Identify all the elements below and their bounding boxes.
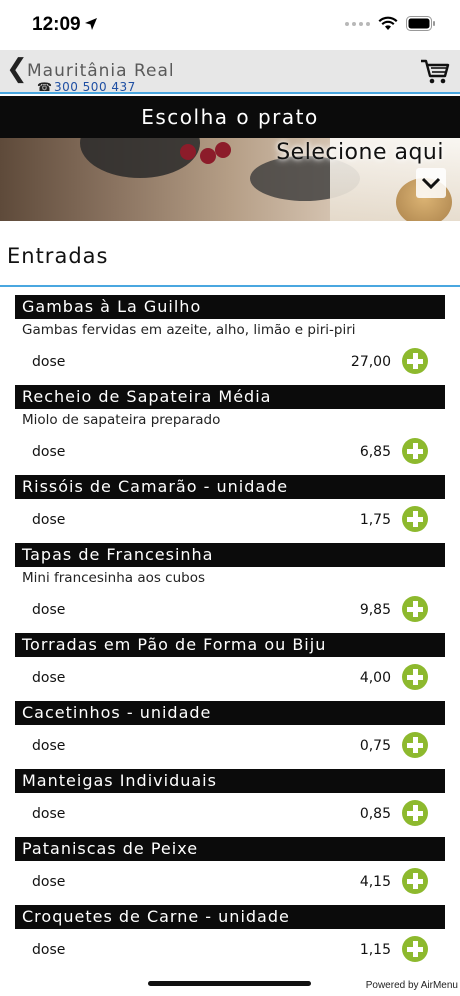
item-name: Pataniscas de Peixe [15, 837, 445, 861]
location-arrow-icon [85, 18, 97, 30]
item-price: 1,15 [359, 942, 391, 958]
chevron-left-icon[interactable]: ❮ [6, 54, 28, 84]
select-label[interactable]: Selecione aqui [276, 140, 444, 165]
item-price-row: dose 4,15 [15, 861, 445, 905]
item-price: 1,75 [359, 512, 391, 528]
item-price: 27,00 [350, 354, 391, 370]
banner-image-berry [215, 142, 231, 158]
item-price-row: dose 4,00 [15, 657, 445, 701]
add-icon[interactable] [402, 348, 428, 374]
menu-item: Manteigas Individuais dose 0,85 [15, 769, 445, 837]
item-price: 9,85 [359, 602, 391, 618]
banner-image-berry [200, 148, 216, 164]
menu-item: Cacetinhos - unidade dose 0,75 [15, 701, 445, 769]
add-icon[interactable] [402, 868, 428, 894]
item-price: 4,00 [359, 670, 391, 686]
item-description: Mini francesinha aos cubos [22, 570, 206, 586]
item-price-row: dose 27,00 [15, 341, 445, 385]
item-description: Miolo de sapateira preparado [22, 412, 221, 428]
item-name: Croquetes de Carne - unidade [15, 905, 445, 929]
add-icon[interactable] [402, 664, 428, 690]
item-dose: dose [32, 942, 66, 958]
menu-item: Rissóis de Camarão - unidade dose 1,75 [15, 475, 445, 543]
menu-item: Tapas de Francesinha Mini francesinha ao… [15, 543, 445, 633]
add-icon[interactable] [402, 800, 428, 826]
app-header: ❮ Mauritânia Real ☎ 300 500 437 [0, 50, 460, 94]
battery-icon [406, 16, 435, 31]
item-price-row: dose 9,85 [15, 589, 445, 633]
menu-item: Pataniscas de Peixe dose 4,15 [15, 837, 445, 905]
item-name: Recheio de Sapateira Média [15, 385, 445, 409]
item-name: Gambas à La Guilho [15, 295, 445, 319]
phone-line[interactable]: ☎ 300 500 437 [37, 80, 136, 94]
add-icon[interactable] [402, 732, 428, 758]
add-icon[interactable] [402, 596, 428, 622]
phone-icon: ☎ [37, 80, 52, 94]
status-indicators [345, 16, 436, 31]
item-price-row: dose 6,85 [15, 431, 445, 475]
item-dose: dose [32, 444, 66, 460]
banner-image-berry [180, 144, 196, 160]
cart-icon[interactable] [420, 56, 450, 86]
phone-number[interactable]: 300 500 437 [54, 80, 136, 94]
powered-by: Powered by AirMenu [365, 980, 458, 991]
item-name: Rissóis de Camarão - unidade [15, 475, 445, 499]
item-dose: dose [32, 670, 66, 686]
section-divider [0, 285, 460, 287]
item-name: Torradas em Pão de Forma ou Biju [15, 633, 445, 657]
item-dose: dose [32, 512, 66, 528]
add-icon[interactable] [402, 506, 428, 532]
status-time: 12:09 [32, 14, 81, 35]
item-dose: dose [32, 602, 66, 618]
item-dose: dose [32, 806, 66, 822]
chevron-down-icon[interactable] [416, 168, 446, 198]
item-price-row: dose 1,75 [15, 499, 445, 543]
store-name: Mauritânia Real [27, 61, 175, 81]
menu-item-list: Gambas à La Guilho Gambas fervidas em az… [15, 295, 445, 973]
add-icon[interactable] [402, 438, 428, 464]
page-title: Escolha o prato [0, 96, 460, 138]
add-icon[interactable] [402, 936, 428, 962]
menu-item: Croquetes de Carne - unidade dose 1,15 [15, 905, 445, 973]
item-price: 4,15 [359, 874, 391, 890]
category-selector-banner[interactable]: Selecione aqui [0, 138, 460, 221]
menu-item: Torradas em Pão de Forma ou Biju dose 4,… [15, 633, 445, 701]
home-indicator[interactable] [148, 981, 311, 986]
item-price: 6,85 [359, 444, 391, 460]
item-name: Tapas de Francesinha [15, 543, 445, 567]
item-price-row: dose 1,15 [15, 929, 445, 973]
item-name: Manteigas Individuais [15, 769, 445, 793]
menu-item: Recheio de Sapateira Média Miolo de sapa… [15, 385, 445, 475]
item-price: 0,85 [359, 806, 391, 822]
item-description: Gambas fervidas em azeite, alho, limão e… [22, 322, 356, 338]
item-price: 0,75 [359, 738, 391, 754]
status-bar: 12:09 [0, 0, 460, 50]
item-name: Cacetinhos - unidade [15, 701, 445, 725]
item-dose: dose [32, 354, 66, 370]
signal-dots-icon [345, 21, 370, 26]
item-dose: dose [32, 738, 66, 754]
wifi-icon [378, 16, 398, 30]
menu-item: Gambas à La Guilho Gambas fervidas em az… [15, 295, 445, 385]
item-price-row: dose 0,75 [15, 725, 445, 769]
item-dose: dose [32, 874, 66, 890]
item-price-row: dose 0,85 [15, 793, 445, 837]
section-title: Entradas [7, 244, 109, 268]
